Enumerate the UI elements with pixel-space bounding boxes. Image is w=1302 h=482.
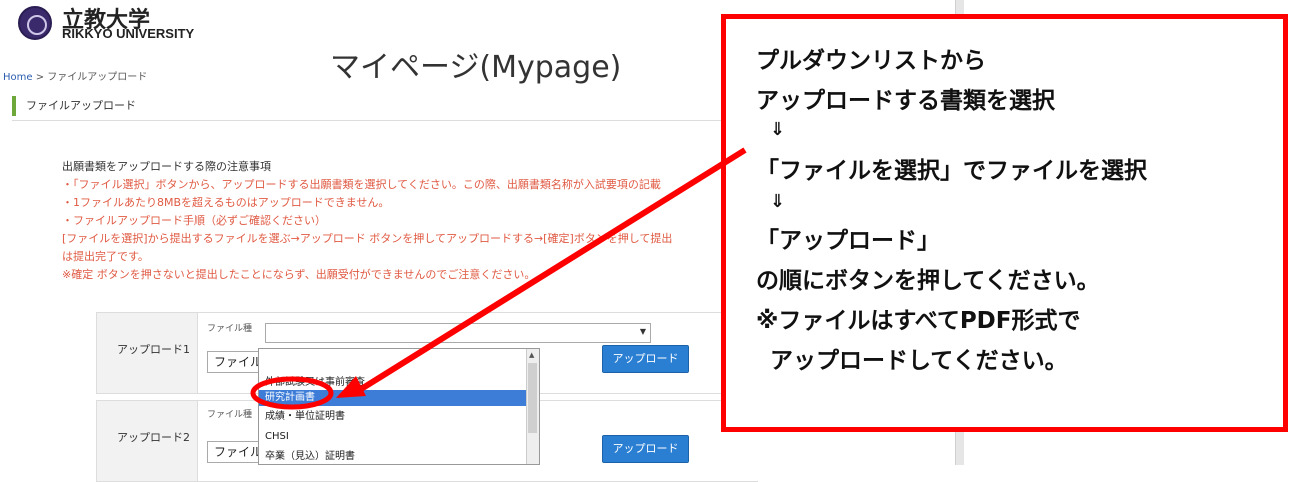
annotation-overlay xyxy=(250,147,747,410)
highlight-ellipse xyxy=(250,376,334,410)
pointer-arrowhead-icon xyxy=(336,376,366,398)
pointer-arrow-line xyxy=(356,147,747,394)
